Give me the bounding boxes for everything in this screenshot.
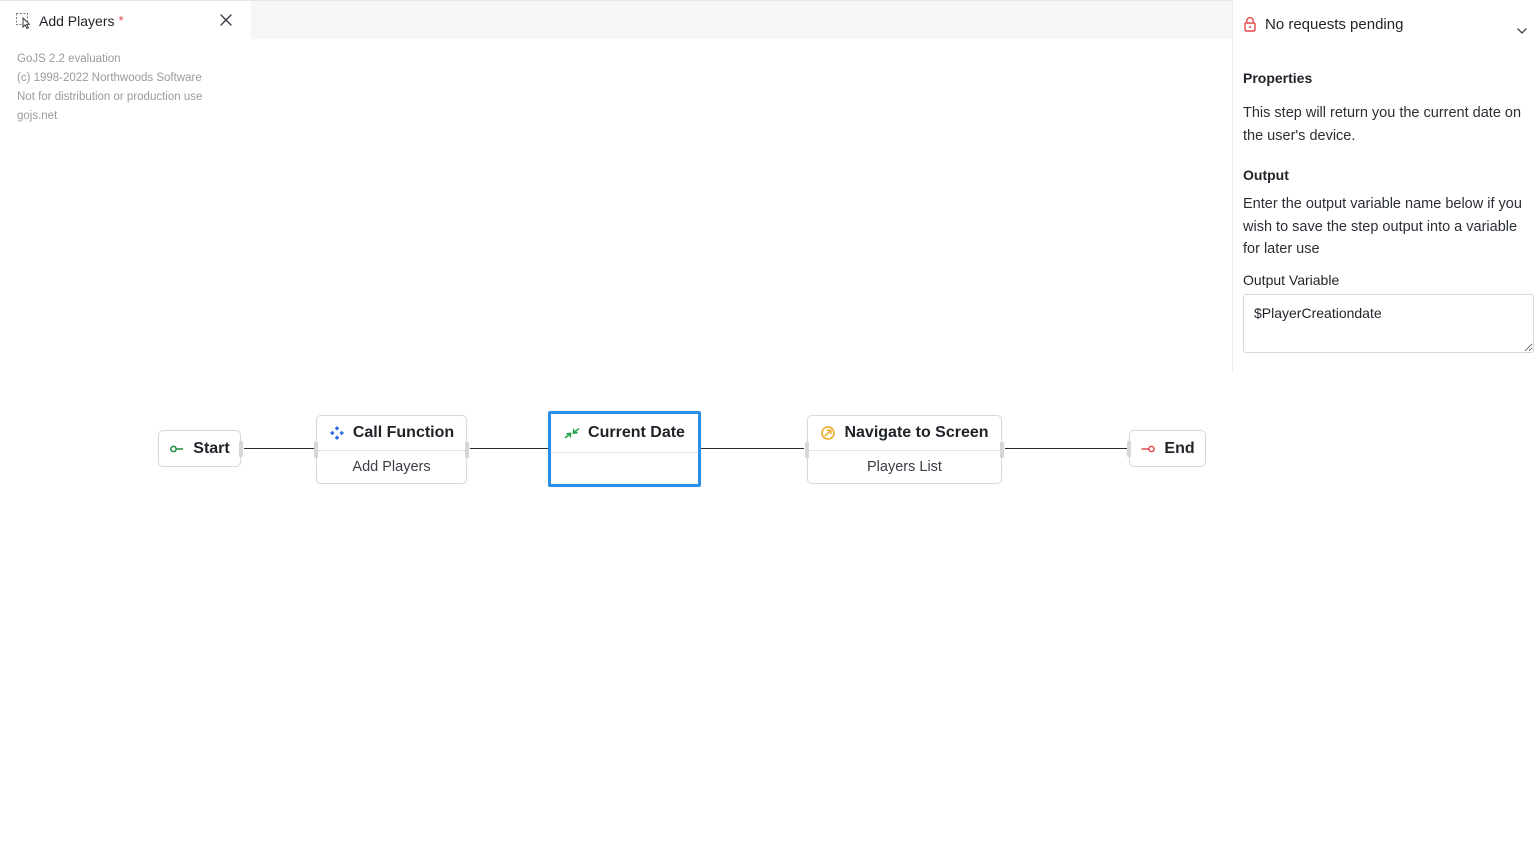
tab-label: Add Players [39,12,115,29]
tab-add-players[interactable]: Add Players * [0,1,251,40]
panel-body: Properties This step will return you the… [1243,58,1534,358]
link-nav-end [1005,448,1127,449]
lock-icon [1243,16,1257,32]
watermark-line: gojs.net [17,110,58,122]
select-cursor-icon [15,12,33,30]
tab-bar: Add Players * [0,0,1232,40]
port-left [805,441,809,458]
requests-status[interactable]: No requests pending [1233,0,1535,48]
node-current-date[interactable]: Current Date [548,411,701,487]
close-icon[interactable] [218,12,234,28]
node-end-title: End [1164,439,1195,457]
chevron-down-icon[interactable] [1516,22,1528,34]
node-current-date-title: Current Date [588,424,685,441]
node-navigate-subtitle: Players List [808,450,1001,483]
requests-label: No requests pending [1265,15,1404,33]
date-icon [564,425,580,441]
start-icon [169,441,185,457]
flow-canvas: Start Call Function Add Players Current … [0,0,1232,847]
output-variable-field[interactable]: $PlayerCreationdate [1243,293,1534,353]
output-description: Enter the output variable name below if … [1243,196,1522,257]
watermark-line: Not for distribution or production use [17,91,203,103]
node-call-function[interactable]: Call Function Add Players [314,415,469,484]
output-variable-label: Output Variable [1243,271,1340,288]
node-start[interactable]: Start [158,430,243,467]
port-left [314,441,318,458]
link-call-date [470,448,548,449]
node-navigate-to-screen[interactable]: Navigate to Screen Players List [805,415,1004,484]
output-heading: Output [1243,167,1289,183]
port-right [465,441,469,458]
properties-panel: No requests pending Properties This step… [1232,0,1535,373]
watermark-line: GoJS 2.2 evaluation [17,53,121,65]
unsaved-indicator: * [118,13,124,28]
app: Add Players * GoJS 2.2 evaluation (c) 19… [0,0,1535,847]
gojs-watermark: GoJS 2.2 evaluation (c) 1998-2022 Northw… [17,50,202,126]
watermark-line: (c) 1998-2022 Northwoods Software [17,72,202,84]
properties-heading: Properties [1243,70,1313,86]
node-current-date-subtitle [551,453,698,484]
node-end[interactable]: End [1127,430,1206,467]
node-call-function-title: Call Function [352,424,455,441]
function-icon [329,425,345,441]
port-left [1127,440,1131,457]
port-right [239,440,243,457]
properties-description: This step will return you the current da… [1243,105,1522,144]
end-icon [1140,441,1156,457]
node-start-title: Start [193,439,230,457]
link-date-nav [701,448,804,449]
link-start-call [244,448,314,449]
navigate-icon [820,425,836,441]
port-right [1000,441,1004,458]
node-call-function-subtitle: Add Players [317,450,466,483]
node-navigate-title: Navigate to Screen [844,424,989,441]
